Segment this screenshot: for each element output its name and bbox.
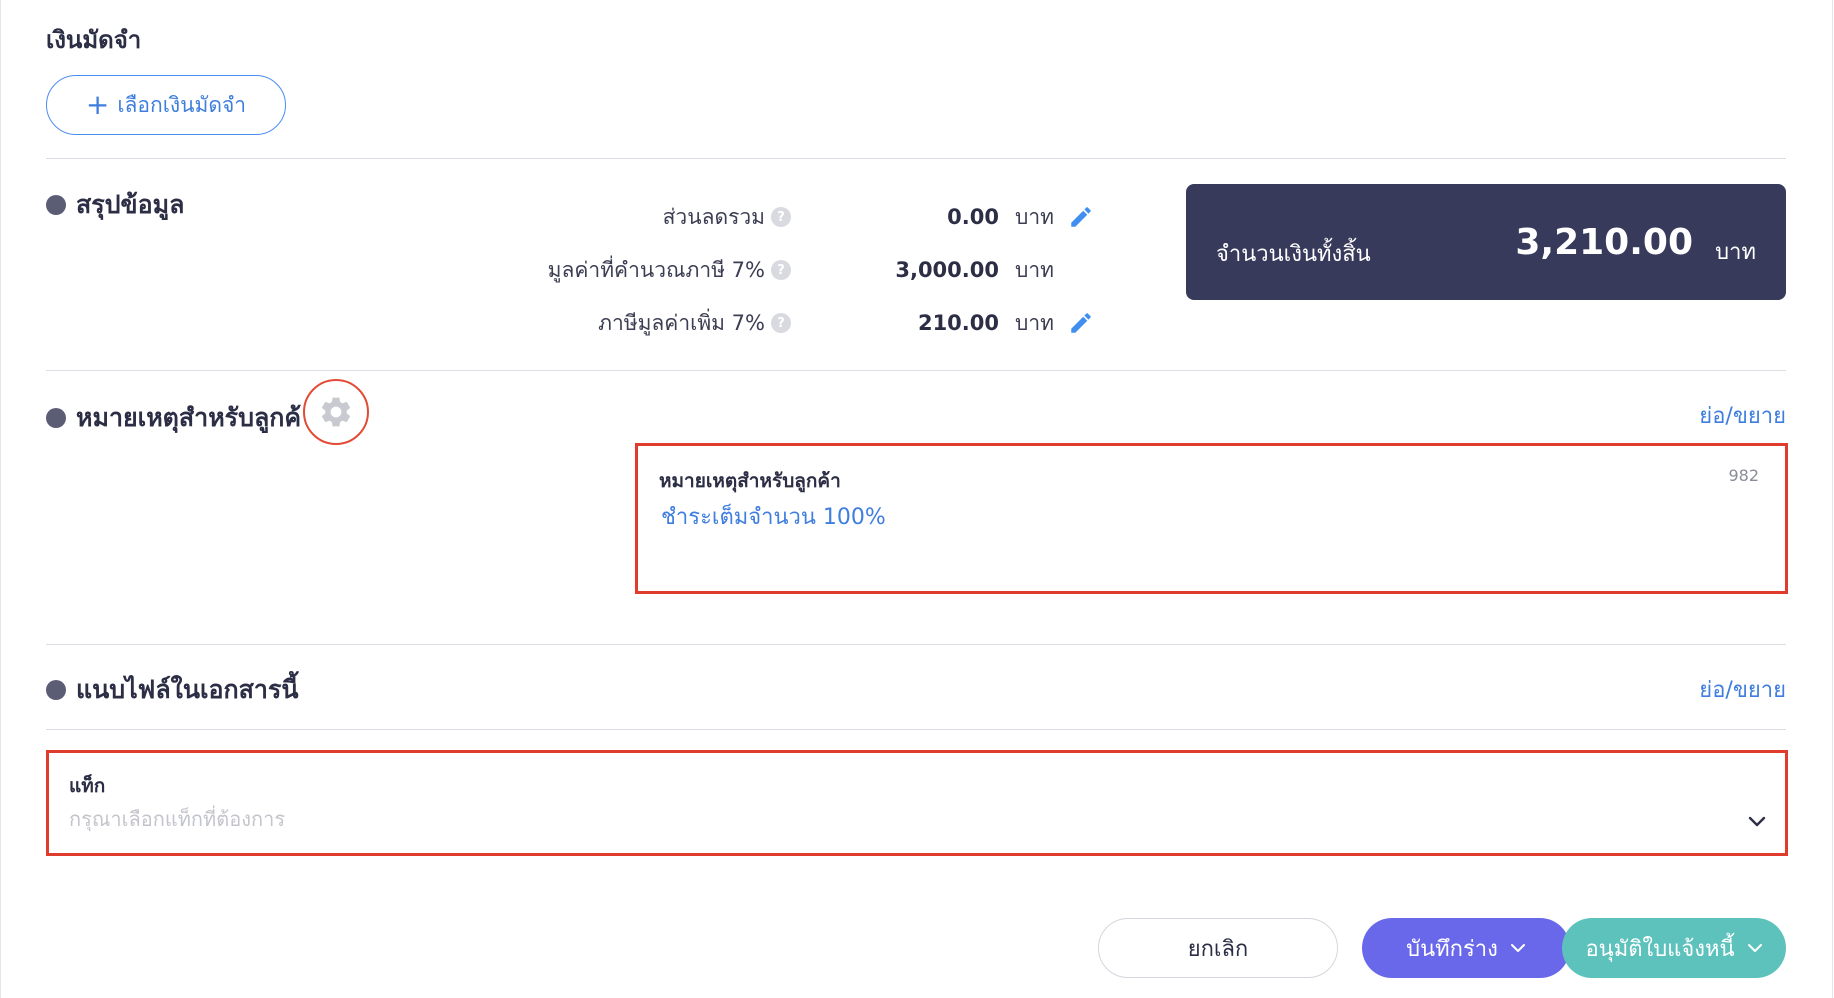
char-count: 982 [1728, 466, 1759, 485]
divider [46, 158, 1786, 159]
chevron-down-icon [1747, 944, 1762, 952]
save-draft-label: บันทึกร่าง [1406, 936, 1498, 962]
vat-unit: บาท [1015, 310, 1054, 335]
discount-unit: บาท [1015, 204, 1054, 229]
pencil-icon[interactable] [1068, 204, 1094, 230]
notes-section-title: หมายเหตุสำหรับลูกค้ [46, 398, 301, 438]
attachments-collapse-toggle[interactable]: ย่อ/ขยาย [1699, 672, 1786, 707]
grand-total-panel: จำนวนเงินทั้งสิ้น 3,210.00 บาท [1186, 184, 1786, 300]
divider [46, 370, 1786, 371]
discount-label: ส่วนลดรวม ? [663, 201, 791, 234]
notes-title-text: หมายเหตุสำหรับลูกค้ [76, 403, 302, 432]
cancel-button[interactable]: ยกเลิก [1098, 918, 1338, 978]
taxable-unit: บาท [1015, 257, 1054, 282]
tag-placeholder: กรุณาเลือกแท็กที่ต้องการ [69, 807, 286, 831]
gear-icon [321, 397, 351, 427]
grand-total-amount: 3,210.00 [1515, 222, 1693, 263]
attachments-title-text: แนบไฟล์ในเอกสารนี้ [76, 675, 299, 704]
help-icon[interactable]: ? [771, 313, 791, 333]
deposit-title: เงินมัดจำ [46, 26, 142, 54]
approve-invoice-button[interactable]: อนุมัติใบแจ้งหนี้ [1562, 918, 1786, 978]
left-frame-border [0, 0, 1, 998]
customer-note-field[interactable]: หมายเหตุสำหรับลูกค้า 982 ชำระเต็มจำนวน 1… [635, 443, 1788, 594]
divider [46, 644, 1786, 645]
help-icon[interactable]: ? [771, 207, 791, 227]
customer-note-value[interactable]: ชำระเต็มจำนวน 100% [661, 499, 886, 534]
grand-total-label: จำนวนเงินทั้งสิ้น [1216, 242, 1371, 267]
right-frame-border [1832, 0, 1833, 998]
cancel-label: ยกเลิก [1187, 936, 1249, 962]
plus-icon: + [85, 88, 110, 121]
summary-row-vat: ภาษีมูลค่าเพิ่ม 7% ? 210.00 บาท [0, 308, 1834, 338]
approve-label: อนุมัติใบแจ้งหนี้ [1585, 936, 1735, 962]
grand-total-unit: บาท [1715, 240, 1756, 265]
attachments-section-title: แนบไฟล์ในเอกสารนี้ [46, 670, 298, 710]
help-icon[interactable]: ? [771, 260, 791, 280]
tag-label: แท็ก [69, 775, 106, 797]
chevron-down-icon [1510, 944, 1525, 952]
vat-value: 210.00 [917, 311, 999, 335]
save-draft-button[interactable]: บันทึกร่าง [1362, 918, 1570, 978]
chevron-down-icon [1748, 816, 1766, 827]
tag-select[interactable]: แท็ก กรุณาเลือกแท็กที่ต้องการ [46, 750, 1788, 856]
bullet-icon [46, 680, 66, 700]
customer-note-label: หมายเหตุสำหรับลูกค้า [659, 470, 841, 492]
taxable-value: 3,000.00 [895, 258, 999, 282]
taxable-label: มูลค่าที่คำนวณภาษี 7% ? [548, 254, 791, 287]
divider [46, 729, 1786, 730]
add-deposit-label: เลือกเงินมัดจำ [117, 92, 247, 117]
notes-collapse-toggle[interactable]: ย่อ/ขยาย [1699, 398, 1786, 433]
discount-value: 0.00 [947, 205, 999, 229]
vat-label: ภาษีมูลค่าเพิ่ม 7% ? [598, 307, 791, 340]
add-deposit-button[interactable]: + เลือกเงินมัดจำ [46, 75, 286, 135]
notes-settings-button[interactable] [303, 379, 369, 445]
bullet-icon [46, 408, 66, 428]
pencil-icon[interactable] [1068, 310, 1094, 336]
